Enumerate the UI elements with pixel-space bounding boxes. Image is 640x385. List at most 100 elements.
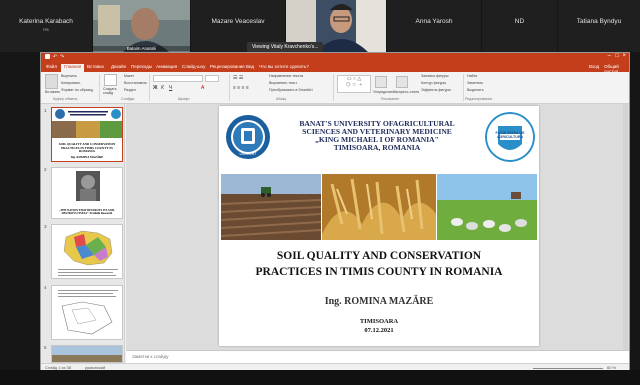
tab-home[interactable]: Главная (61, 64, 85, 72)
divider (333, 74, 334, 101)
title-bar: ↶ ↷ – □ × (41, 53, 629, 62)
italic-icon[interactable]: К (161, 85, 164, 91)
underline-icon[interactable]: Ч (169, 85, 172, 91)
smartart-button[interactable]: Преобразовать в SmartArt (269, 88, 313, 92)
group-clipboard: Буфер обмена (53, 97, 78, 101)
zoom-slider[interactable] (533, 368, 603, 369)
thumbnail-map (52, 225, 122, 278)
group-drawing: Рисование (381, 97, 400, 101)
select-button[interactable]: Выделить (467, 88, 484, 92)
thumbnail-caption: „THE NATION THAT DESTROYS ITS SOIL DESTR… (59, 209, 115, 216)
slide-title-line-2: PRACTICES IN TIMIS COUNTY IN ROMANIA (255, 266, 503, 278)
shapes-gallery[interactable]: ▭ ○ △ ⬡ ☆ ➝ (337, 75, 371, 93)
slide-number: 4 (44, 285, 47, 290)
tab-insert[interactable]: Вставка (87, 64, 104, 69)
vertical-scrollbar[interactable] (623, 104, 628, 350)
minimize-icon[interactable]: – (608, 53, 611, 59)
meeting-bottom-bar (0, 370, 640, 385)
slide-city: TIMISOARA (359, 318, 399, 325)
slide-date: 07.12.2021 (364, 327, 394, 334)
layout-button[interactable]: Макет (124, 74, 134, 78)
slide-thumbnail[interactable] (51, 224, 123, 279)
replace-button[interactable]: Заменить (467, 81, 483, 85)
text-direction-button[interactable]: Направление текста (269, 74, 303, 78)
notes-pane[interactable]: Заметки к слайду (126, 350, 629, 363)
undo-icon[interactable]: ↶ (53, 54, 57, 60)
tab-design[interactable]: Дизайн (111, 64, 126, 69)
redo-icon[interactable]: ↷ (60, 54, 64, 60)
university-line-4: TIMISOARA, ROMANIA (333, 143, 421, 152)
sign-in-link[interactable]: Вход (589, 64, 599, 69)
section-button[interactable]: Раздел (124, 88, 136, 92)
current-slide[interactable]: USAMVBT FACULTATEA DE AGRICULTURA BANAT'… (219, 106, 539, 346)
slide-thumbnail[interactable]: SOIL QUALITY AND CONSERVATION PRACTICES … (51, 107, 123, 162)
tab-view[interactable]: Вид (246, 64, 254, 69)
reset-button[interactable]: Восстановить (124, 81, 147, 85)
quick-styles-button[interactable]: Экспресс-стили (393, 90, 419, 94)
arrange-icon[interactable] (375, 76, 387, 88)
participant-name: Katerina Karabach (19, 18, 73, 25)
shape-effects-button[interactable]: Эффекты фигуры (421, 88, 451, 92)
participant-tile[interactable]: Katerina Karabach Hs (0, 0, 92, 52)
tab-animations[interactable]: Анимация (156, 64, 177, 69)
tab-transitions[interactable]: Переходы (131, 64, 152, 69)
copy-button[interactable]: Копировать (61, 81, 80, 85)
paste-button[interactable]: Вставить (45, 90, 60, 94)
font-name-select[interactable] (153, 75, 203, 82)
cut-button[interactable]: Вырезать (61, 74, 77, 78)
bold-icon[interactable]: Ж (153, 85, 158, 91)
thumbnail-image (52, 346, 122, 362)
font-size-select[interactable] (205, 75, 219, 82)
participant-tile[interactable]: Anna Yarosh (387, 0, 481, 52)
thumbnail-author: Ing. ROMINA MAZĂRE (70, 154, 104, 159)
thumbnail-image (52, 108, 122, 138)
powerpoint-window: ↶ ↷ – □ × Файл Главная Вставка Дизайн Пе… (40, 52, 630, 371)
participant-tile[interactable]: Tatiana Byndyu (558, 0, 640, 52)
new-slide-icon[interactable] (104, 74, 117, 86)
participant-tile[interactable]: ND (482, 0, 557, 52)
shape-fill-button[interactable]: Заливка фигуры (421, 74, 448, 78)
slide-number: 5 (44, 345, 47, 350)
ribbon: Вставить Вырезать Копировать Формат по о… (41, 72, 629, 104)
find-button[interactable]: Найти (467, 74, 477, 78)
slide-editor: USAMVBT FACULTATEA DE AGRICULTURA BANAT'… (126, 104, 629, 350)
thumbnail-image (52, 286, 122, 339)
tell-me-search[interactable]: Что вы хотите сделать? (259, 64, 309, 69)
paste-icon[interactable] (45, 74, 58, 89)
maximize-icon[interactable]: □ (615, 53, 619, 59)
participant-name: Anna Yarosh (415, 18, 453, 25)
align-text-button[interactable]: Выровнять текст (269, 81, 297, 85)
tab-review[interactable]: Рецензирование (210, 64, 245, 69)
group-slides: Слайды (121, 97, 135, 101)
slide-number: 2 (44, 167, 47, 172)
tab-file[interactable]: Файл (46, 64, 57, 69)
format-painter-button[interactable]: Формат по образцу (61, 88, 93, 92)
align-icon[interactable]: ≡ ≡ ≡ ≡ (233, 85, 249, 91)
new-slide-button[interactable]: Создать слайд (103, 87, 121, 95)
font-color-icon[interactable]: A (201, 85, 204, 91)
quick-styles-icon[interactable] (396, 76, 408, 88)
faculty-logo-text: FACULTATEA DE AGRICULTURA (495, 131, 525, 139)
divider (99, 74, 100, 101)
participant-video-tile[interactable]: Balaim Anatolii (93, 0, 190, 52)
slide-author: Ing. ROMINA MAZĂRE (324, 296, 434, 307)
slide-number: 3 (44, 224, 47, 229)
participant-name: ND (514, 18, 525, 25)
save-icon[interactable] (45, 54, 50, 59)
participant-video (93, 0, 190, 52)
university-logo: USAMVBT (226, 115, 270, 159)
shape-outline-button[interactable]: Контур фигуры (421, 81, 446, 85)
bullets-icon[interactable]: ☰ ☰ (233, 75, 243, 81)
group-paragraph: Абзац (276, 97, 287, 101)
tab-slideshow[interactable]: Слайд-шоу (182, 64, 205, 69)
arrange-button[interactable]: Упорядочить (373, 90, 394, 94)
participant-subtitle: Hs (43, 27, 49, 32)
thumbnail-title: SOIL QUALITY AND CONSERVATION PRACTICES … (58, 142, 116, 154)
close-icon[interactable]: × (622, 53, 626, 59)
slide-thumbnail[interactable] (51, 345, 123, 363)
slide-thumbnail[interactable] (51, 285, 123, 340)
thumbnail-image (52, 168, 122, 204)
photo-wheat (322, 174, 436, 240)
slide-thumbnail[interactable]: „THE NATION THAT DESTROYS ITS SOIL DESTR… (51, 167, 123, 219)
participant-name: Mazare Veaceslav (211, 18, 265, 25)
